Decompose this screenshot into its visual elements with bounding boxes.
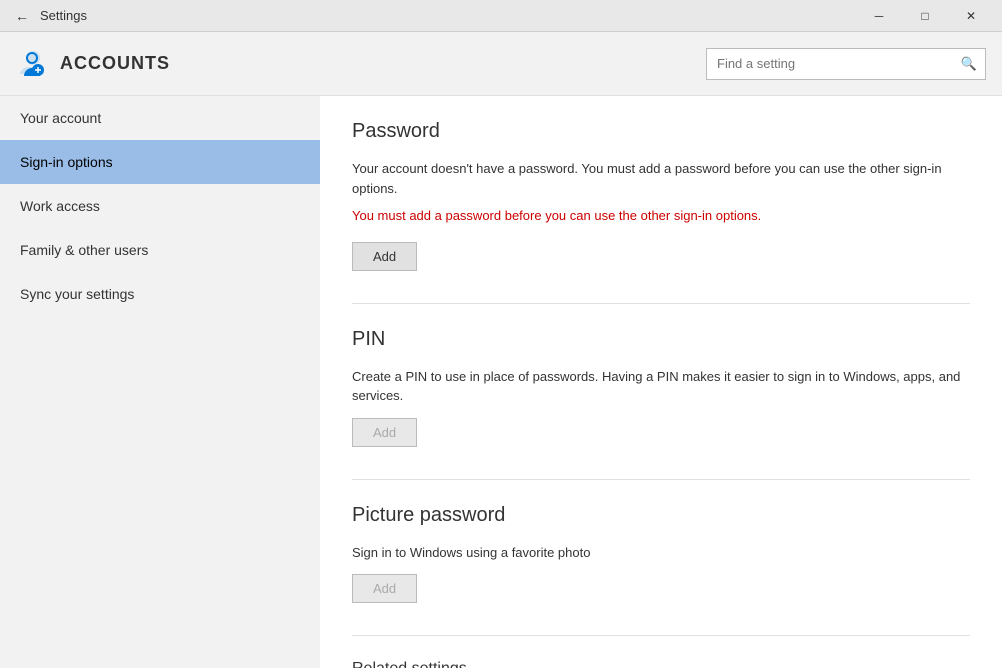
pin-add-button[interactable]: Add <box>352 418 417 447</box>
related-settings-title: Related settings <box>352 660 970 668</box>
password-title: Password <box>352 120 970 143</box>
sidebar-item-sync-settings[interactable]: Sync your settings <box>0 272 320 316</box>
sidebar-item-your-account[interactable]: Your account <box>0 96 320 140</box>
sidebar-item-work-access[interactable]: Work access <box>0 184 320 228</box>
pin-description: Create a PIN to use in place of password… <box>352 367 970 406</box>
password-description: Your account doesn't have a password. Yo… <box>352 159 970 198</box>
search-input[interactable] <box>707 56 953 71</box>
title-bar-title: Settings <box>40 8 87 23</box>
maximize-button[interactable]: □ <box>902 0 948 32</box>
picture-password-section: Picture password Sign in to Windows usin… <box>352 504 970 604</box>
app-header: ACCOUNTS 🔍 <box>0 32 1002 96</box>
password-section: Password Your account doesn't have a pas… <box>352 120 970 271</box>
app-container: ACCOUNTS 🔍 Your account Sign-in options … <box>0 32 1002 668</box>
sidebar-item-sign-in-options[interactable]: Sign-in options <box>0 140 320 184</box>
pin-section: PIN Create a PIN to use in place of pass… <box>352 328 970 447</box>
search-icon[interactable]: 🔍 <box>953 48 985 80</box>
pin-title: PIN <box>352 328 970 351</box>
search-box: 🔍 <box>706 48 986 80</box>
close-button[interactable]: ✕ <box>948 0 994 32</box>
password-warning: You must add a password before you can u… <box>352 206 970 226</box>
window-controls: ─ □ ✕ <box>856 0 994 32</box>
sidebar-item-family-other-users[interactable]: Family & other users <box>0 228 320 272</box>
picture-password-description: Sign in to Windows using a favorite phot… <box>352 543 970 563</box>
divider-1 <box>352 303 970 304</box>
minimize-button[interactable]: ─ <box>856 0 902 32</box>
password-add-button[interactable]: Add <box>352 242 417 271</box>
main-content: Your account Sign-in options Work access… <box>0 96 1002 668</box>
title-bar: ← Settings ─ □ ✕ <box>0 0 1002 32</box>
divider-2 <box>352 479 970 480</box>
related-settings-section: Related settings <box>352 660 970 668</box>
divider-3 <box>352 635 970 636</box>
app-title: ACCOUNTS <box>60 53 170 74</box>
content-panel: Password Your account doesn't have a pas… <box>320 96 1002 668</box>
sidebar: Your account Sign-in options Work access… <box>0 96 320 668</box>
picture-password-title: Picture password <box>352 504 970 527</box>
accounts-icon <box>16 48 48 80</box>
back-button[interactable]: ← <box>8 2 36 30</box>
picture-password-add-button[interactable]: Add <box>352 574 417 603</box>
